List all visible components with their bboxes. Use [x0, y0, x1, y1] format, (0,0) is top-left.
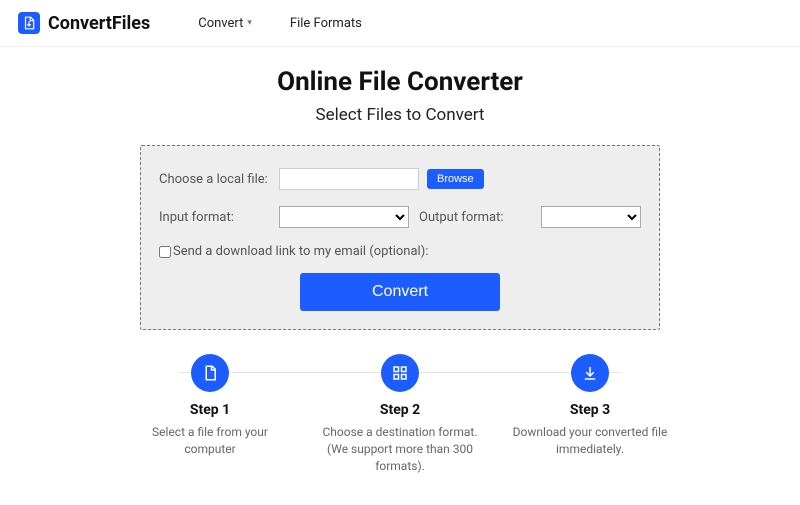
step-3-desc: Download your converted file immediately… [500, 424, 680, 458]
browse-button[interactable]: Browse [427, 169, 484, 189]
nav-convert[interactable]: Convert ▾ [198, 16, 252, 31]
file-path-input[interactable] [279, 168, 419, 190]
logo-icon [18, 12, 40, 34]
convert-button[interactable]: Convert [300, 273, 500, 311]
brand-name: ConvertFiles [48, 13, 150, 34]
download-icon [571, 354, 609, 392]
nav-convert-label: Convert [198, 16, 243, 31]
steps: Step 1 Select a file from your computer … [120, 354, 680, 474]
step-2-desc: Choose a destination format. (We support… [310, 424, 490, 474]
choose-file-label: Choose a local file: [159, 172, 271, 187]
file-icon [191, 354, 229, 392]
grid-icon [381, 354, 419, 392]
nav-file-formats[interactable]: File Formats [290, 16, 362, 31]
email-link-label: Send a download link to my email (option… [173, 244, 428, 259]
output-format-label: Output format: [419, 210, 504, 225]
email-link-checkbox[interactable] [159, 246, 171, 258]
page-title: Online File Converter [0, 67, 800, 97]
page-subtitle: Select Files to Convert [0, 105, 800, 125]
step-2-title: Step 2 [310, 402, 490, 418]
header: ConvertFiles Convert ▾ File Formats [0, 0, 800, 47]
converter-panel: Choose a local file: Browse Input format… [140, 145, 660, 330]
nav: Convert ▾ File Formats [198, 16, 362, 31]
hero: Online File Converter Select Files to Co… [0, 47, 800, 125]
nav-formats-label: File Formats [290, 16, 362, 31]
step-1: Step 1 Select a file from your computer [120, 354, 300, 474]
step-3-title: Step 3 [500, 402, 680, 418]
step-2: Step 2 Choose a destination format. (We … [310, 354, 490, 474]
brand[interactable]: ConvertFiles [18, 12, 150, 34]
output-format-select[interactable] [541, 206, 641, 228]
input-format-select[interactable] [279, 206, 409, 228]
step-1-desc: Select a file from your computer [120, 424, 300, 458]
input-format-label: Input format: [159, 210, 271, 225]
step-3: Step 3 Download your converted file imme… [500, 354, 680, 474]
chevron-down-icon: ▾ [247, 18, 252, 28]
step-1-title: Step 1 [120, 402, 300, 418]
